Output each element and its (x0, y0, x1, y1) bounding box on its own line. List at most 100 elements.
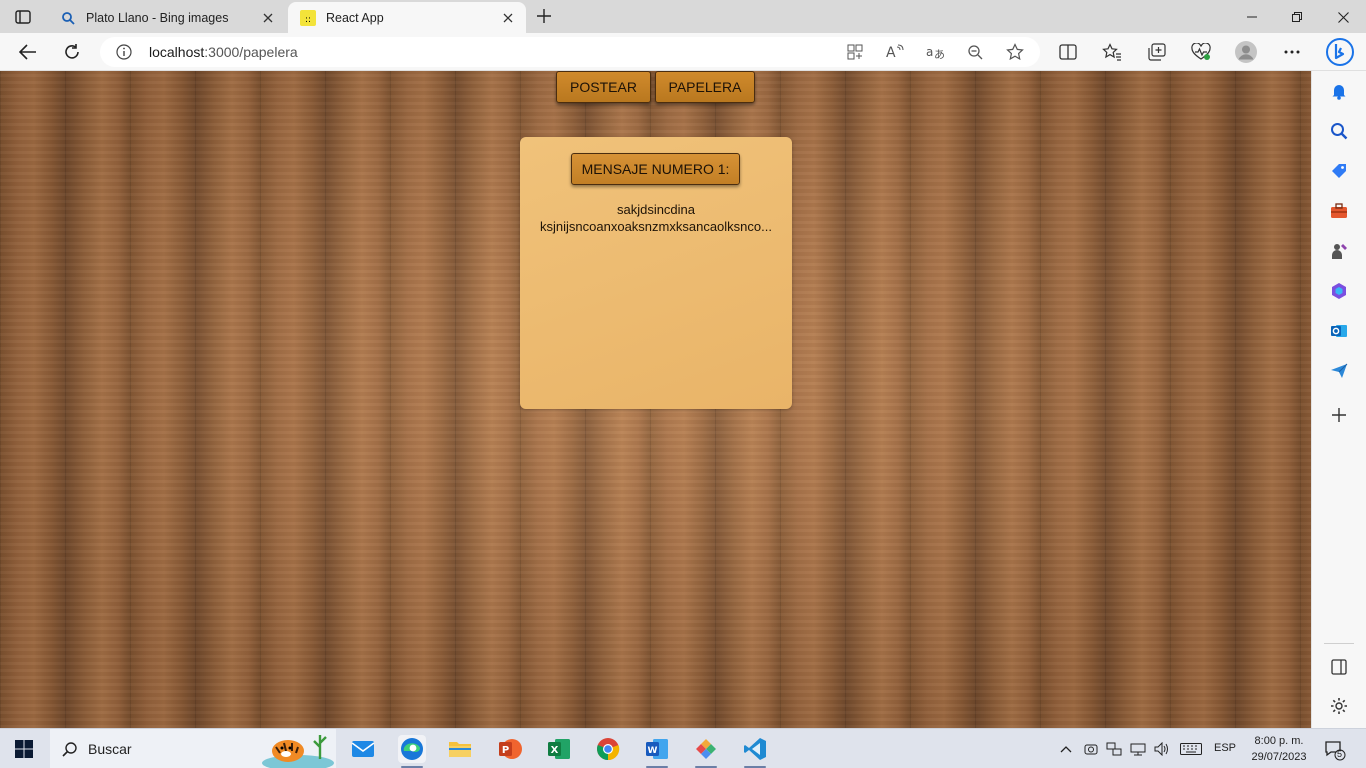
windows-logo-icon (15, 740, 33, 758)
more-icon (1284, 50, 1300, 54)
svg-text:X: X (551, 745, 559, 756)
taskbar-word-app[interactable]: W (643, 735, 671, 768)
postear-button[interactable]: POSTEAR (556, 71, 651, 103)
connection-tray-icon[interactable] (1106, 741, 1122, 757)
tab-bing-images[interactable]: Plato Llano - Bing images (48, 2, 286, 33)
camera-tray-icon[interactable] (1083, 741, 1099, 757)
tab-react-app[interactable]: :: React App (288, 2, 526, 33)
tab-actions-icon (15, 10, 31, 24)
notification-icon (1325, 741, 1346, 761)
profile-button[interactable] (1234, 40, 1258, 64)
taskbar-vscode-app[interactable] (741, 735, 769, 768)
show-hidden-icons-chevron-icon[interactable] (1058, 741, 1074, 757)
taskbar-paint-app[interactable] (692, 735, 720, 768)
tiger-illustration-icon (262, 735, 334, 768)
sidebar-divider (1324, 643, 1354, 644)
back-button[interactable] (16, 40, 40, 64)
search-icon (62, 742, 77, 757)
new-tab-button[interactable] (534, 6, 554, 26)
tab-title: Plato Llano - Bing images (86, 10, 229, 25)
favorites-icon (1102, 43, 1121, 61)
network-tray-icon[interactable] (1130, 741, 1146, 757)
search-icon[interactable] (1329, 121, 1349, 141)
windows-start-button[interactable] (14, 739, 34, 759)
windows-taskbar: Buscar P X W ESP 8:00 p. m. 29/07/2023 5 (0, 728, 1366, 768)
message-body: sakjdsincdina ksjnijsncoanxoaksnzmxksanc… (536, 201, 776, 235)
tab-actions-button[interactable] (12, 7, 34, 27)
chrome-icon (597, 738, 620, 761)
close-window-button[interactable] (1333, 8, 1353, 26)
svg-text:W: W (648, 746, 658, 756)
add-sidebar-app-icon[interactable] (1329, 405, 1349, 425)
games-icon[interactable] (1329, 241, 1349, 261)
info-icon[interactable] (116, 44, 132, 60)
browser-toolbar: localhost:3000/papelera A aあ (0, 33, 1366, 71)
notification-count: 5 (1337, 749, 1343, 759)
message-card: MENSAJE NUMERO 1: sakjdsincdina ksjnijsn… (520, 137, 792, 409)
tools-briefcase-icon[interactable] (1329, 201, 1349, 221)
zoom-out-icon[interactable] (965, 42, 985, 62)
edge-sidebar (1311, 71, 1366, 728)
diamond-app-icon (696, 739, 716, 759)
svg-text:a: a (926, 45, 933, 59)
folder-icon (449, 742, 471, 757)
favorite-star-icon[interactable] (1005, 42, 1025, 62)
svg-text:A: A (886, 45, 896, 60)
notification-center-button[interactable]: 5 (1324, 739, 1346, 761)
excel-icon: X (548, 739, 570, 759)
address-bar[interactable]: localhost:3000/papelera A aあ (100, 37, 1040, 67)
send-drop-icon[interactable] (1329, 361, 1349, 381)
minimize-button[interactable] (1242, 8, 1262, 26)
bing-copilot-button[interactable] (1325, 37, 1355, 67)
app-available-icon[interactable] (845, 42, 865, 62)
papelera-button[interactable]: PAPELERA (655, 71, 755, 103)
settings-more-button[interactable] (1280, 40, 1304, 64)
edge-icon (401, 738, 423, 760)
read-aloud-icon[interactable]: A (885, 42, 905, 62)
url-host: localhost (149, 44, 205, 60)
collections-button[interactable] (1145, 40, 1169, 64)
browser-essentials-button[interactable] (1189, 40, 1213, 64)
react-app-icon: :: (300, 9, 316, 26)
close-icon (1337, 11, 1349, 23)
translate-icon[interactable]: aあ (925, 42, 945, 62)
split-screen-icon (1059, 44, 1077, 60)
minimize-icon (1247, 16, 1257, 18)
search-label: Buscar (88, 741, 132, 757)
taskbar-clock[interactable]: 8:00 p. m. 29/07/2023 (1246, 733, 1312, 765)
message-line: sakjdsincdina (616, 202, 696, 217)
split-screen-button[interactable] (1056, 40, 1080, 64)
close-icon[interactable] (500, 10, 516, 26)
close-icon[interactable] (260, 10, 276, 26)
notifications-bell-icon[interactable] (1329, 81, 1349, 101)
vscode-icon (744, 738, 766, 760)
taskbar-mail-app[interactable] (349, 735, 377, 763)
taskbar-powerpoint-app[interactable]: P (496, 735, 524, 763)
taskbar-chrome-app[interactable] (594, 735, 622, 763)
back-arrow-icon (19, 44, 36, 60)
refresh-button[interactable] (60, 40, 84, 64)
svg-text:::: :: (305, 15, 311, 25)
url-text: localhost:3000/papelera (149, 44, 298, 60)
svg-text:あ: あ (934, 48, 944, 60)
hide-sidebar-icon[interactable] (1329, 657, 1349, 677)
restore-button[interactable] (1287, 8, 1307, 26)
keyboard-icon[interactable] (1180, 741, 1202, 757)
volume-speaker-icon[interactable] (1154, 741, 1170, 757)
shopping-tag-icon[interactable] (1329, 161, 1349, 181)
word-icon: W (646, 739, 668, 759)
sidebar-settings-gear-icon[interactable] (1329, 696, 1349, 716)
favorites-button[interactable] (1100, 40, 1124, 64)
outlook-icon[interactable] (1329, 321, 1349, 341)
tab-title: React App (326, 10, 384, 25)
input-language[interactable]: ESP (1214, 742, 1236, 754)
taskbar-search-box[interactable]: Buscar (50, 729, 336, 768)
taskbar-edge-app[interactable] (398, 735, 426, 768)
heartbeat-icon (1191, 43, 1211, 60)
taskbar-excel-app[interactable]: X (545, 735, 573, 763)
taskbar-file-explorer-app[interactable] (446, 735, 474, 763)
microsoft-365-icon[interactable] (1329, 281, 1349, 301)
bing-icon (1326, 38, 1354, 66)
mail-icon (351, 741, 375, 757)
message-title-button[interactable]: MENSAJE NUMERO 1: (571, 153, 740, 185)
